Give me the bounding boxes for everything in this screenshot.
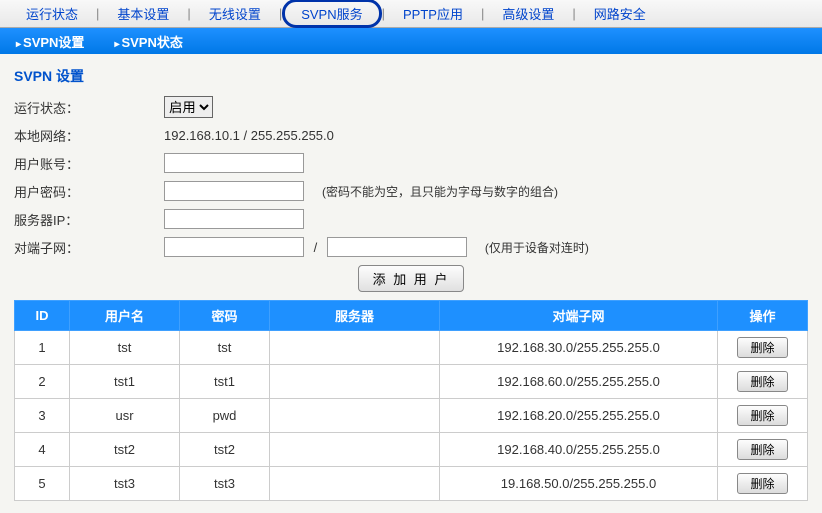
topnav-item-3[interactable]: SVPN服务	[282, 0, 381, 28]
delete-button[interactable]: 删除	[737, 439, 787, 460]
topnav-item-0[interactable]: 运行状态	[8, 0, 96, 27]
content-area: SVPN 设置 运行状态 启用 本地网络 192.168.10.1 / 255.…	[0, 54, 822, 513]
table-header-row: ID 用户名 密码 服务器 对端子网 操作	[15, 301, 808, 331]
cell-id: 4	[15, 433, 70, 467]
user-label: 用户账号	[14, 154, 164, 173]
cell-server	[270, 331, 440, 365]
delete-button[interactable]: 删除	[737, 371, 787, 392]
cell-op: 删除	[718, 331, 808, 365]
cell-id: 3	[15, 399, 70, 433]
cell-user: tst2	[70, 433, 180, 467]
row-user: 用户账号	[14, 153, 808, 173]
peer-net-label: 对端子网	[14, 238, 164, 257]
cell-server	[270, 467, 440, 501]
th-id: ID	[15, 301, 70, 331]
slash-separator: /	[314, 240, 318, 255]
status-label: 运行状态	[14, 98, 164, 117]
table-row: 4tst2tst2192.168.40.0/255.255.255.0删除	[15, 433, 808, 467]
topnav-item-6[interactable]: 网路安全	[576, 0, 664, 27]
user-table: ID 用户名 密码 服务器 对端子网 操作 1tsttst192.168.30.…	[14, 300, 808, 501]
peer-net-input-2[interactable]	[327, 237, 467, 257]
cell-peer: 19.168.50.0/255.255.255.0	[440, 467, 718, 501]
peer-net-hint: (仅用于设备对连时)	[485, 239, 589, 256]
cell-peer: 192.168.30.0/255.255.255.0	[440, 331, 718, 365]
cell-peer: 192.168.60.0/255.255.255.0	[440, 365, 718, 399]
cell-id: 5	[15, 467, 70, 501]
cell-peer: 192.168.40.0/255.255.255.0	[440, 433, 718, 467]
cell-user: usr	[70, 399, 180, 433]
pwd-label: 用户密码	[14, 182, 164, 201]
local-net-value: 192.168.10.1 / 255.255.255.0	[164, 128, 334, 143]
row-status: 运行状态 启用	[14, 96, 808, 118]
cell-id: 1	[15, 331, 70, 365]
peer-net-input-1[interactable]	[164, 237, 304, 257]
add-user-button[interactable]: 添 加 用 户	[358, 265, 465, 292]
table-row: 1tsttst192.168.30.0/255.255.255.0删除	[15, 331, 808, 365]
peer-net-inputs: /	[164, 237, 467, 257]
cell-user: tst	[70, 331, 180, 365]
local-net-label: 本地网络	[14, 126, 164, 145]
cell-op: 删除	[718, 399, 808, 433]
user-input[interactable]	[164, 153, 304, 173]
subnav-item-0[interactable]: SVPN设置	[16, 32, 84, 51]
cell-pwd: pwd	[180, 399, 270, 433]
row-local-net: 本地网络 192.168.10.1 / 255.255.255.0	[14, 126, 808, 145]
delete-button[interactable]: 删除	[737, 405, 787, 426]
delete-button[interactable]: 删除	[737, 473, 787, 494]
table-row: 2tst1tst1192.168.60.0/255.255.255.0删除	[15, 365, 808, 399]
th-peer: 对端子网	[440, 301, 718, 331]
cell-op: 删除	[718, 433, 808, 467]
server-ip-label: 服务器IP	[14, 210, 164, 229]
cell-server	[270, 365, 440, 399]
table-row: 5tst3tst319.168.50.0/255.255.255.0删除	[15, 467, 808, 501]
th-op: 操作	[718, 301, 808, 331]
status-value: 启用	[164, 96, 213, 118]
topnav-item-2[interactable]: 无线设置	[191, 0, 279, 27]
row-password: 用户密码 (密码不能为空，且只能为字母与数字的组合)	[14, 181, 808, 201]
cell-user: tst1	[70, 365, 180, 399]
cell-op: 删除	[718, 467, 808, 501]
cell-id: 2	[15, 365, 70, 399]
server-ip-input[interactable]	[164, 209, 304, 229]
topnav-item-4[interactable]: PPTP应用	[385, 0, 481, 27]
add-button-row: 添 加 用 户	[14, 265, 808, 292]
pwd-hint: (密码不能为空，且只能为字母与数字的组合)	[322, 183, 558, 200]
cell-server	[270, 399, 440, 433]
topnav-item-1[interactable]: 基本设置	[99, 0, 187, 27]
status-select[interactable]: 启用	[164, 96, 213, 118]
delete-button[interactable]: 删除	[737, 337, 787, 358]
table-row: 3usrpwd 192.168.20.0/255.255.255.0 删除	[15, 399, 808, 433]
sub-nav: SVPN设置 SVPN状态	[0, 28, 822, 54]
row-peer-net: 对端子网 / (仅用于设备对连时)	[14, 237, 808, 257]
topnav-item-5[interactable]: 高级设置	[484, 0, 572, 27]
cell-pwd: tst2	[180, 433, 270, 467]
top-nav: 运行状态|基本设置|无线设置|SVPN服务|PPTP应用|高级设置|网路安全	[0, 0, 822, 28]
th-server: 服务器	[270, 301, 440, 331]
subnav-item-1[interactable]: SVPN状态	[114, 32, 182, 51]
pwd-input[interactable]	[164, 181, 304, 201]
row-server-ip: 服务器IP	[14, 209, 808, 229]
th-user: 用户名	[70, 301, 180, 331]
cell-op: 删除	[718, 365, 808, 399]
page-title: SVPN 设置	[14, 66, 808, 86]
cell-pwd: tst	[180, 331, 270, 365]
th-pwd: 密码	[180, 301, 270, 331]
cell-server	[270, 433, 440, 467]
cell-peer: 192.168.20.0/255.255.255.0	[440, 399, 718, 433]
cell-user: tst3	[70, 467, 180, 501]
cell-pwd: tst1	[180, 365, 270, 399]
cell-pwd: tst3	[180, 467, 270, 501]
